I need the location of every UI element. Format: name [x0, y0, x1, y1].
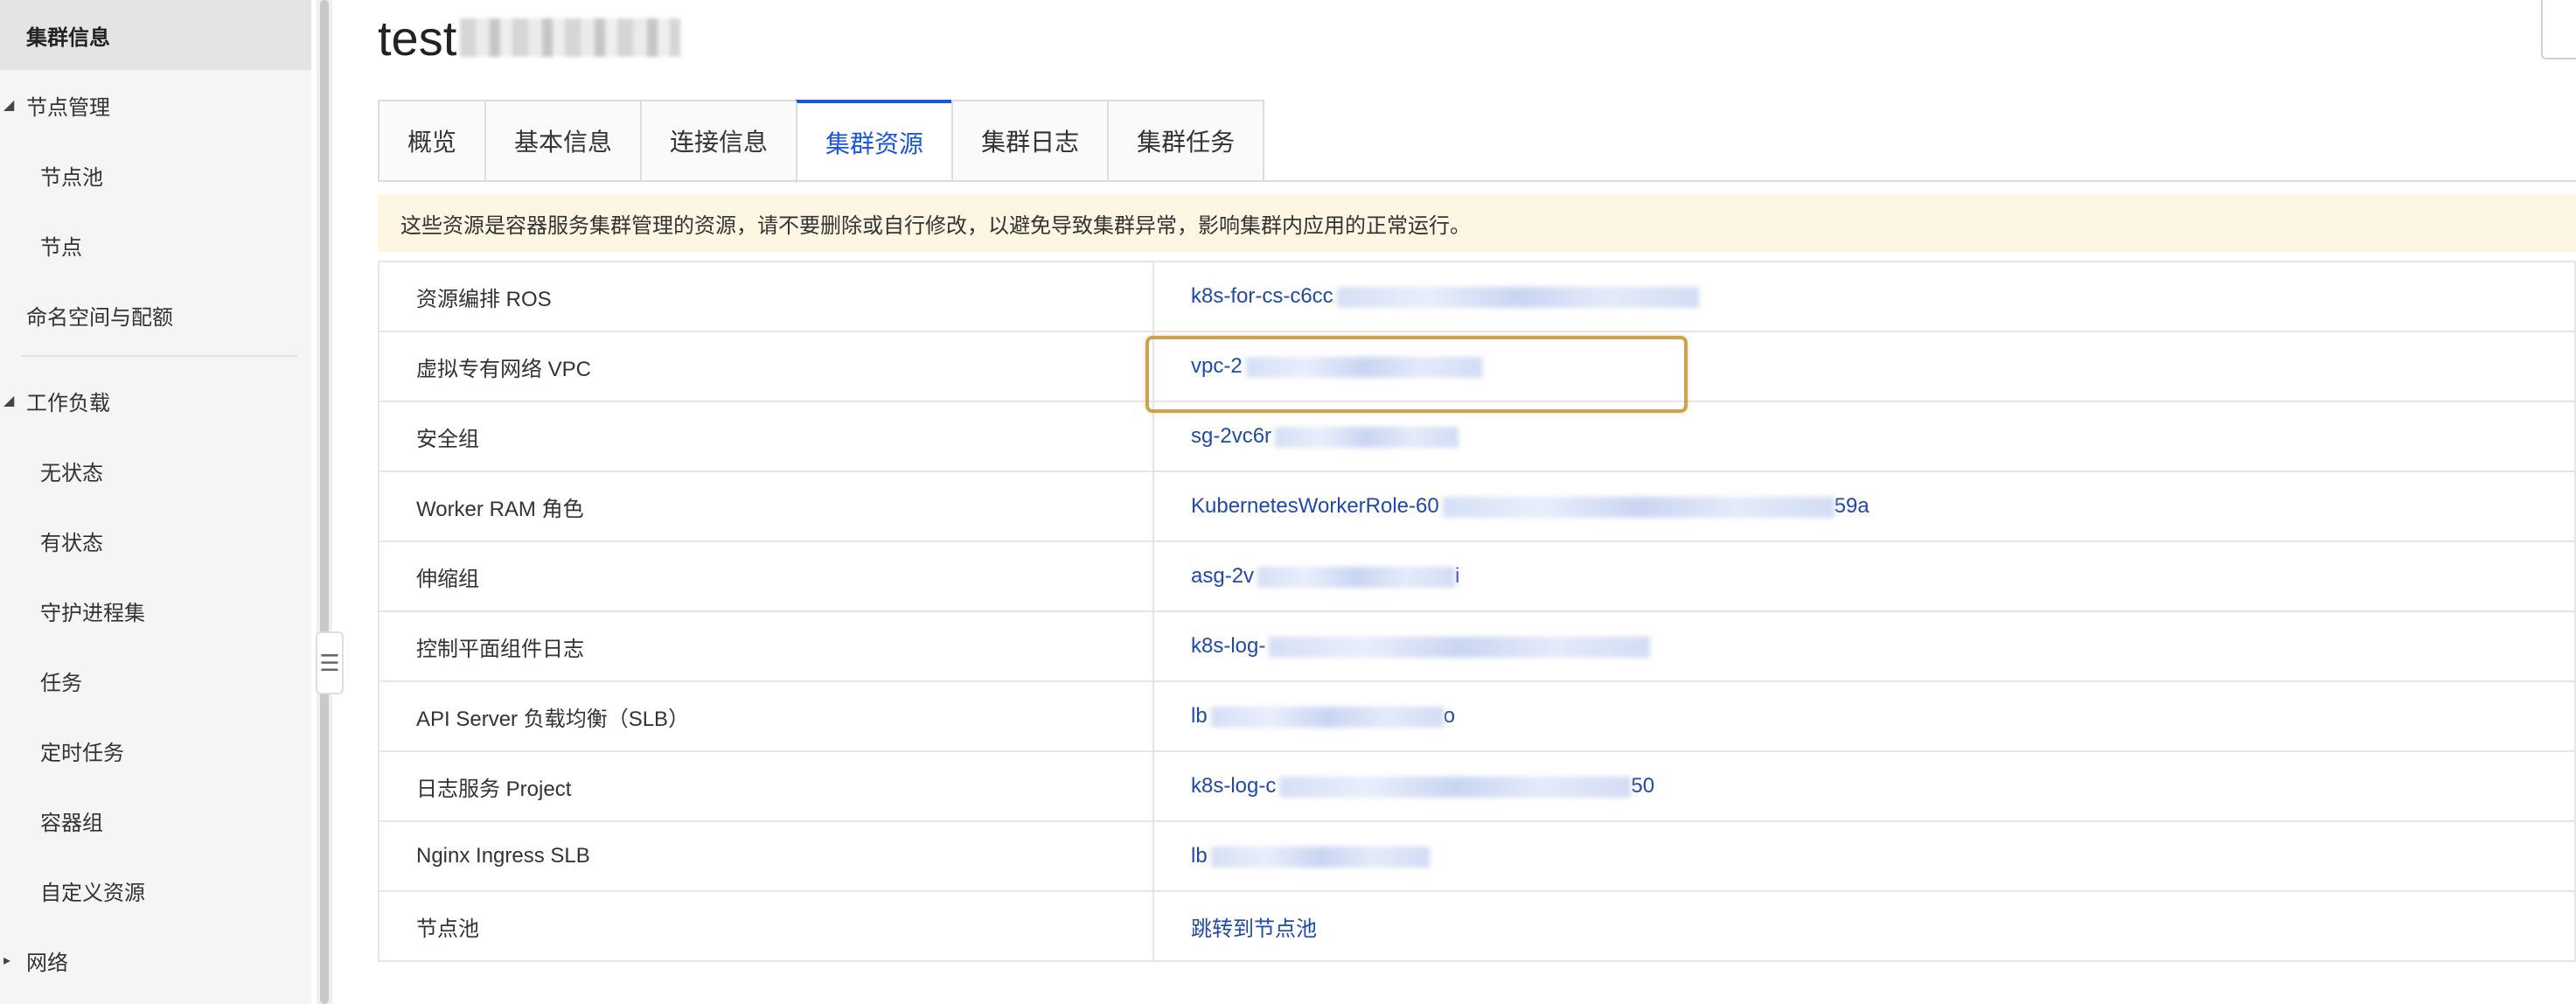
log-project-link[interactable]: k8s-log-c [1191, 774, 1276, 798]
masked-value [1279, 776, 1632, 798]
tab-bar: 概览 基本信息 连接信息 集群资源 集群日志 集群任务 [378, 100, 1265, 184]
page-title: test [378, 10, 457, 66]
tabs-underline [378, 180, 2576, 182]
tab-connection-info[interactable]: 连接信息 [640, 100, 797, 182]
sidebar-item-cluster-info[interactable]: 集群信息 [0, 0, 311, 70]
sidebar-item-label: 节点管理 [26, 95, 110, 120]
table-row: 日志服务 Project k8s-log-c 50 [378, 750, 2576, 822]
row-label: 节点池 [378, 890, 1154, 962]
tab-cluster-logs[interactable]: 集群日志 [951, 100, 1108, 182]
api-server-slb-link[interactable]: lb [1191, 704, 1208, 728]
sidebar-scrollbar-thumb[interactable] [320, 0, 329, 1004]
row-label: 资源编排 ROS [378, 261, 1154, 332]
sidebar-divider [21, 355, 297, 357]
sidebar-item-network[interactable]: ▸ 网络 [0, 925, 311, 995]
control-plane-log-link[interactable]: k8s-log- [1191, 634, 1265, 658]
sidebar-item-pods[interactable]: 容器组 [0, 785, 311, 855]
sidebar-item-jobs[interactable]: 任务 [0, 645, 311, 715]
sidebar-item-label: 有状态 [40, 531, 103, 555]
row-label: 日志服务 Project [378, 750, 1154, 822]
value-suffix: i [1455, 564, 1460, 588]
sidebar-collapse-handle[interactable]: ☰ [316, 631, 344, 694]
tab-cluster-tasks[interactable]: 集群任务 [1107, 100, 1265, 182]
tab-cluster-resources[interactable]: 集群资源 [796, 100, 952, 184]
row-label: 伸缩组 [378, 540, 1154, 612]
row-value-cell: lb [1152, 820, 2576, 892]
sidebar-item-label: 节点池 [40, 165, 103, 190]
sidebar: 集群信息 ◢ 节点管理 节点池 节点 命名空间与配额 ◢ 工作负载 无状态 有状… [0, 0, 311, 1004]
sidebar-item-statefulsets[interactable]: 有状态 [0, 505, 311, 575]
row-label: 虚拟专有网络 VPC [378, 331, 1154, 402]
tab-basic-info[interactable]: 基本信息 [484, 100, 641, 182]
sidebar-item-label: 任务 [40, 671, 82, 695]
row-value-cell: lb o [1152, 680, 2576, 752]
page-title-wrap: test [378, 7, 681, 68]
table-row: 资源编排 ROS k8s-for-cs-c6cc [378, 261, 2576, 332]
value-suffix: 59a [1834, 494, 1869, 518]
row-label: 控制平面组件日志 [378, 610, 1154, 682]
sidebar-item-namespaces-quotas[interactable]: 命名空间与配额 [0, 280, 311, 350]
collapsed-caret-icon[interactable]: ▸ [3, 952, 10, 969]
security-group-link[interactable]: sg-2vc6r [1191, 424, 1271, 448]
masked-value [1336, 286, 1699, 308]
value-suffix: 50 [1631, 774, 1655, 798]
expanded-caret-icon[interactable]: ◢ [3, 96, 14, 114]
sidebar-item-label: 无状态 [40, 461, 103, 485]
sidebar-item-label: 守护进程集 [40, 601, 145, 625]
sidebar-item-label: 定时任务 [40, 741, 124, 765]
sidebar-item-custom-resources[interactable]: 自定义资源 [0, 855, 311, 925]
masked-value [1210, 706, 1444, 728]
row-value-cell: k8s-log-c 50 [1152, 750, 2576, 822]
notice-text: 这些资源是容器服务集群管理的资源，请不要删除或自行修改，以避免导致集群异常，影响… [400, 213, 1471, 238]
row-label: API Server 负载均衡（SLB） [378, 680, 1154, 752]
table-row: 伸缩组 asg-2v i [378, 540, 2576, 612]
sidebar-item-nodes[interactable]: 节点 [0, 210, 311, 280]
sidebar-item-label: 节点 [40, 235, 82, 260]
expanded-caret-icon[interactable]: ◢ [3, 392, 14, 409]
sidebar-item-daemonsets[interactable]: 守护进程集 [0, 575, 311, 645]
worker-ram-role-link[interactable]: KubernetesWorkerRole-60 [1191, 494, 1439, 518]
table-row: Nginx Ingress SLB lb [378, 820, 2576, 892]
scaling-group-link[interactable]: asg-2v [1191, 564, 1254, 588]
row-value-cell: k8s-for-cs-c6cc [1152, 261, 2576, 332]
row-label: Nginx Ingress SLB [378, 820, 1154, 892]
table-row: Worker RAM 角色 KubernetesWorkerRole-60 59a [378, 471, 2576, 542]
row-value-cell: 跳转到节点池 [1152, 890, 2576, 962]
row-label: Worker RAM 角色 [378, 471, 1154, 542]
ros-stack-link[interactable]: k8s-for-cs-c6cc [1191, 284, 1333, 308]
sidebar-item-node-management[interactable]: ◢ 节点管理 [0, 70, 311, 140]
sidebar-item-label: 自定义资源 [40, 881, 145, 905]
sidebar-item-cronjobs[interactable]: 定时任务 [0, 715, 311, 785]
sidebar-item-label: 网络 [26, 951, 68, 975]
row-label: 安全组 [378, 401, 1154, 472]
row-value-cell: KubernetesWorkerRole-60 59a [1152, 471, 2576, 542]
sidebar-item-label: 工作负载 [26, 391, 110, 415]
masked-value [1210, 846, 1430, 868]
table-row: API Server 负载均衡（SLB） lb o [378, 680, 2576, 752]
masked-value [1257, 566, 1456, 588]
masked-value [1269, 636, 1651, 658]
masked-title-suffix [460, 18, 681, 57]
nginx-ingress-slb-link[interactable]: lb [1191, 844, 1208, 868]
goto-node-pool-link[interactable]: 跳转到节点池 [1191, 917, 1317, 941]
table-row: 节点池 跳转到节点池 [378, 890, 2576, 962]
sidebar-item-label: 命名空间与配额 [26, 305, 173, 330]
tab-overview[interactable]: 概览 [378, 100, 485, 182]
sidebar-item-deployments[interactable]: 无状态 [0, 436, 311, 505]
vpc-highlight-box [1145, 336, 1688, 413]
table-row: 控制平面组件日志 k8s-log- [378, 610, 2576, 682]
value-suffix: o [1443, 704, 1456, 728]
masked-value [1275, 426, 1459, 448]
masked-value [1442, 496, 1835, 518]
sidebar-item-label: 集群信息 [26, 25, 110, 50]
collapse-menu-icon: ☰ [319, 649, 340, 676]
row-value-cell: asg-2v i [1152, 540, 2576, 612]
sidebar-item-workloads[interactable]: ◢ 工作负载 [0, 366, 311, 436]
row-value-cell: k8s-log- [1152, 610, 2576, 682]
warning-notice: 这些资源是容器服务集群管理的资源，请不要删除或自行修改，以避免导致集群异常，影响… [378, 194, 2576, 252]
sidebar-item-node-pools[interactable]: 节点池 [0, 140, 311, 210]
top-right-button[interactable] [2541, 0, 2576, 59]
sidebar-item-label: 容器组 [40, 811, 103, 835]
